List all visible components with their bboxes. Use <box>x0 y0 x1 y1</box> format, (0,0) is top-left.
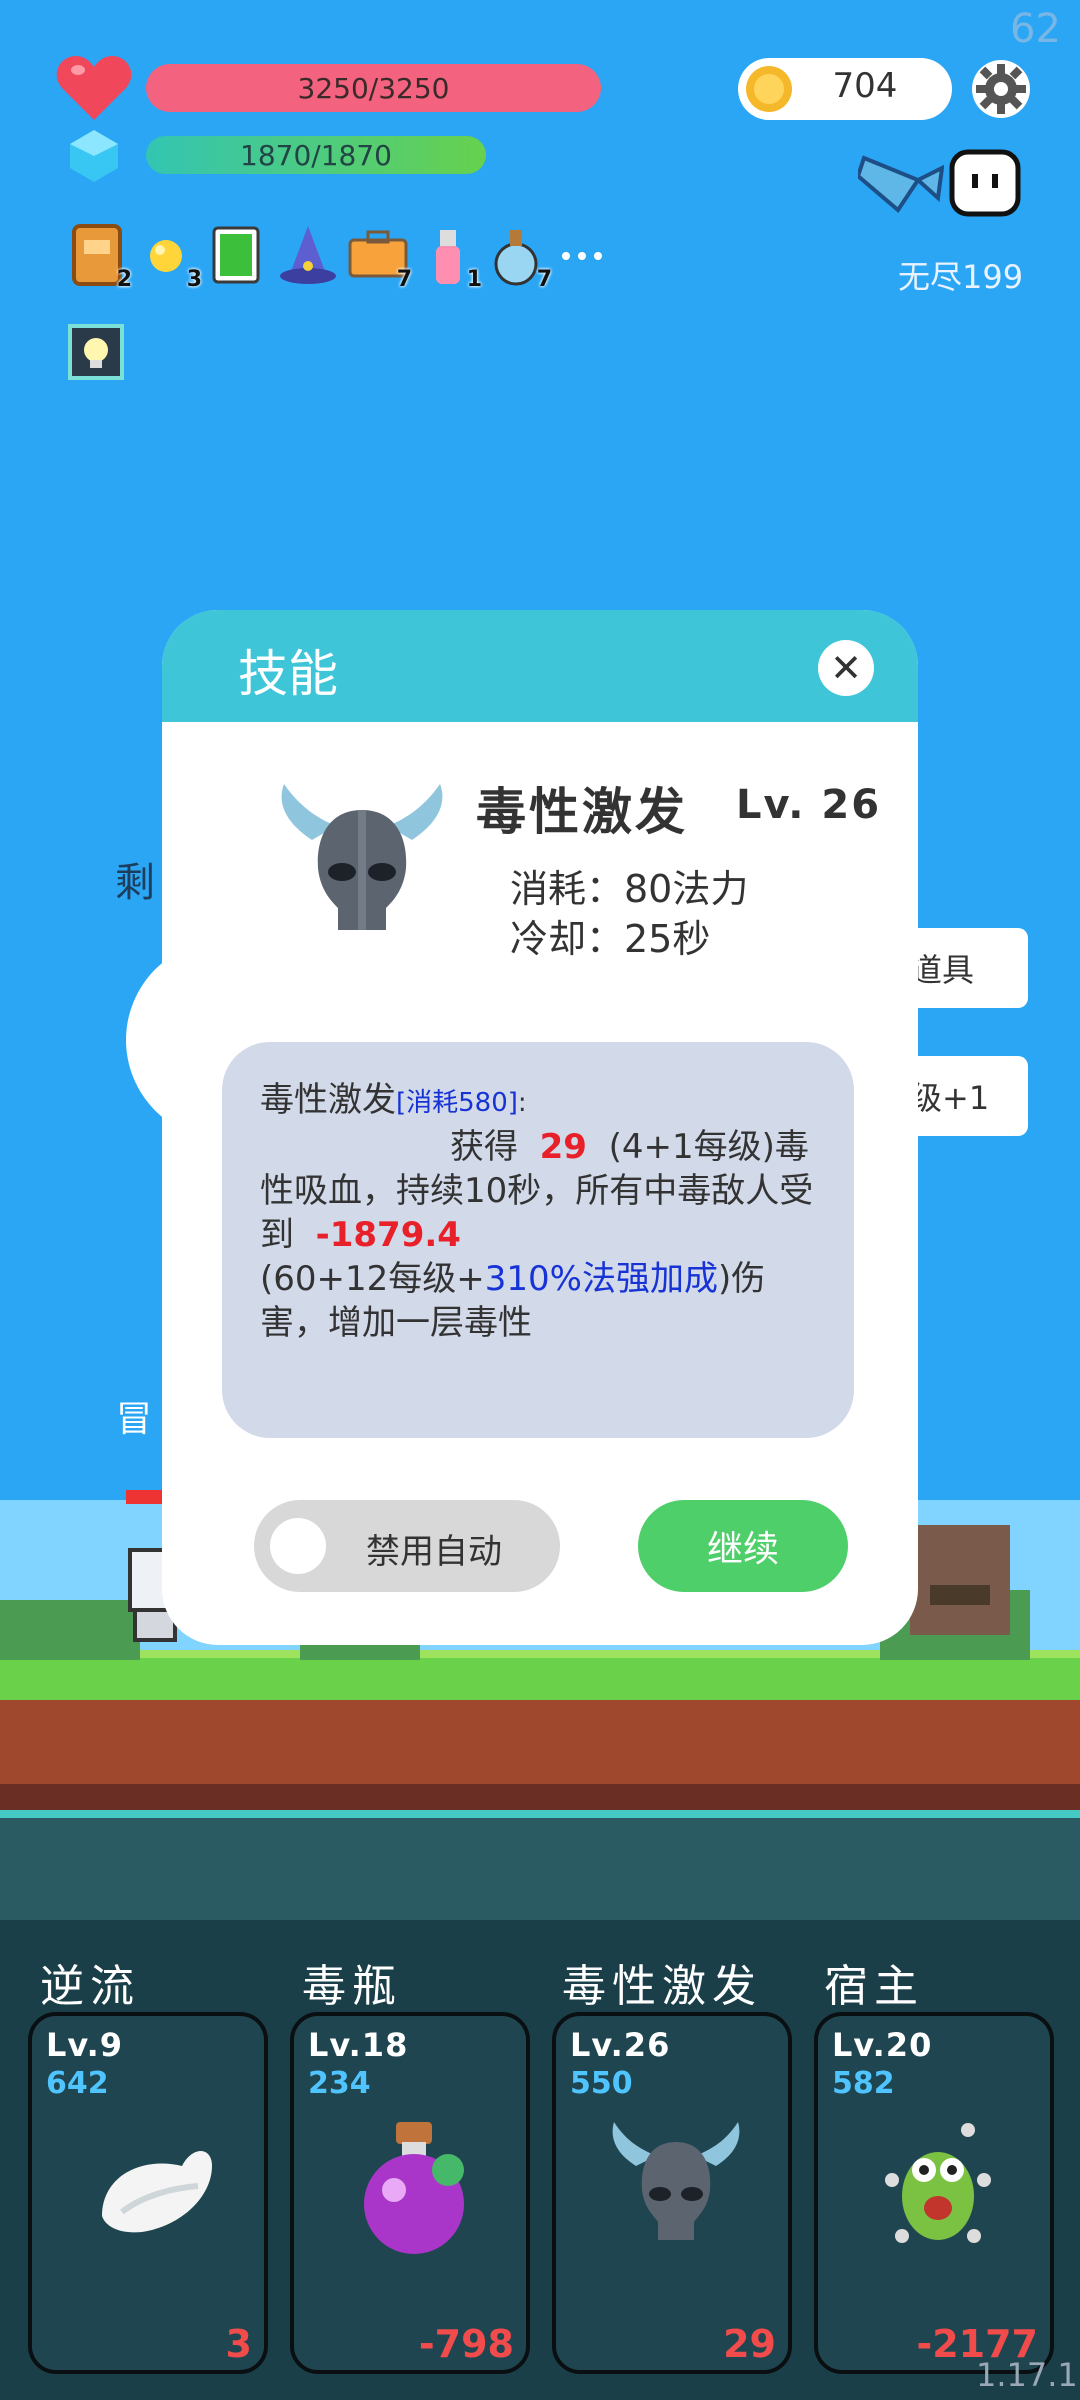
skill-dialog: 技能 ✕ 毒性激发 Lv. 26 消耗：80法力 冷却：25秒 毒性激发[消耗5… <box>162 610 918 1645</box>
lightbulb-icon[interactable] <box>68 324 124 380</box>
potion-flask-count: 7 <box>536 267 552 292</box>
card-cost: 550 <box>570 2066 633 2101</box>
card-cost: 234 <box>308 2066 371 2101</box>
green-monster-icon <box>885 2123 991 2243</box>
continue-button[interactable]: 继续 <box>638 1500 848 1592</box>
card-level: Lv.18 <box>308 2026 409 2064</box>
desc-text-1: 获得 <box>450 1127 518 1167</box>
heart-icon <box>56 56 132 120</box>
book-count: 2 <box>116 267 132 292</box>
spray-bottle-icon[interactable]: 1 <box>418 222 482 292</box>
toggle-label: 禁用自动 <box>366 1532 502 1572</box>
green-card-icon[interactable] <box>208 222 268 288</box>
skill-level: Lv. 26 <box>736 782 882 828</box>
horned-skull-icon <box>612 2122 740 2240</box>
gear-icon[interactable] <box>970 58 1032 120</box>
wing-icon <box>102 2151 212 2233</box>
sun-orb-count: 3 <box>186 267 202 292</box>
dialog-title: 技能 <box>238 645 338 703</box>
potion-flask-icon[interactable]: 7 <box>488 222 552 292</box>
card-level: Lv.26 <box>570 2026 671 2064</box>
horned-skull-icon <box>281 784 443 930</box>
toggle-knob <box>270 1518 326 1574</box>
skill-name: 毒性激发 <box>476 783 688 841</box>
desc-cost-tag: [消耗580] <box>396 1088 518 1118</box>
desc-text-3: (60+12每级+ <box>260 1259 485 1299</box>
desc-value-3: 310%法强加成 <box>484 1259 718 1299</box>
card-value: -798 <box>418 2322 514 2366</box>
desc-colon: : <box>517 1088 527 1118</box>
desc-value-1: 29 <box>539 1127 587 1167</box>
card-level: Lv.20 <box>832 2026 933 2064</box>
card-value: 29 <box>723 2322 776 2366</box>
card-title-2: 毒瓶 <box>302 1961 402 2012</box>
close-icon: ✕ <box>830 646 862 690</box>
card-title-1: 逆流 <box>40 1961 140 2012</box>
dirt-ground <box>0 1700 1080 1810</box>
sun-orb-icon[interactable]: 3 <box>138 222 202 292</box>
card-cost: 582 <box>832 2066 895 2101</box>
more-items-icon[interactable] <box>558 222 606 288</box>
wizard-hat-icon[interactable] <box>278 222 338 288</box>
coin-icon <box>746 66 792 112</box>
card-cost: 642 <box>46 2066 109 2101</box>
dialog-header: 技能 ✕ <box>162 610 918 722</box>
desc-value-2: -1879.4 <box>315 1215 461 1255</box>
version-label: 1.17.1 <box>976 2356 1078 2394</box>
skill-card-2[interactable]: Lv.18 234 -798 <box>290 2012 530 2374</box>
adventurer-label-fragment: 冒 <box>116 1399 153 1440</box>
mp-bar: 1870/1870 <box>146 136 486 174</box>
hero-health-bar <box>126 1490 166 1504</box>
spray-bottle-count: 1 <box>466 267 482 292</box>
fish-icon[interactable] <box>858 146 944 216</box>
enemy-sprite <box>910 1525 1010 1635</box>
skill-cooldown: 冷却：25秒 <box>510 917 711 961</box>
suitcase-count: 7 <box>396 267 412 292</box>
book-icon[interactable]: 2 <box>68 222 132 292</box>
card-title-4: 宿主 <box>824 1961 924 2012</box>
card-value: 3 <box>225 2322 252 2366</box>
skill-cost: 消耗：80法力 <box>510 867 749 911</box>
fps-counter: 62 <box>1010 6 1061 52</box>
skill-card-3[interactable]: Lv.26 550 29 <box>552 2012 792 2374</box>
ghost-icon[interactable] <box>948 148 1022 220</box>
card-title-3: 毒性激发 <box>562 1961 762 2012</box>
endless-wave-label: 无尽199 <box>898 258 1024 296</box>
skill-description: 毒性激发[消耗580]: 获得 29 (4+1每级)毒性吸血，持续10秒，所有中… <box>222 1042 854 1438</box>
mana-crystal-icon <box>70 130 118 182</box>
hp-bar: 3250/3250 <box>146 64 601 112</box>
desc-skill-name: 毒性激发 <box>260 1080 396 1120</box>
card-level: Lv.9 <box>46 2026 124 2064</box>
poison-bottle-icon <box>364 2122 464 2254</box>
skill-card-1[interactable]: Lv.9 642 3 <box>28 2012 268 2374</box>
disable-auto-toggle[interactable]: 禁用自动 <box>254 1500 560 1592</box>
background-label-fragment: 剩 <box>115 860 155 906</box>
skill-card-4[interactable]: Lv.20 582 -2177 <box>814 2012 1054 2374</box>
close-button[interactable]: ✕ <box>818 640 874 696</box>
coin-value: 704 <box>832 66 898 106</box>
inventory-row: 2 3 7 1 7 <box>68 222 606 292</box>
suitcase-icon[interactable]: 7 <box>348 222 412 292</box>
